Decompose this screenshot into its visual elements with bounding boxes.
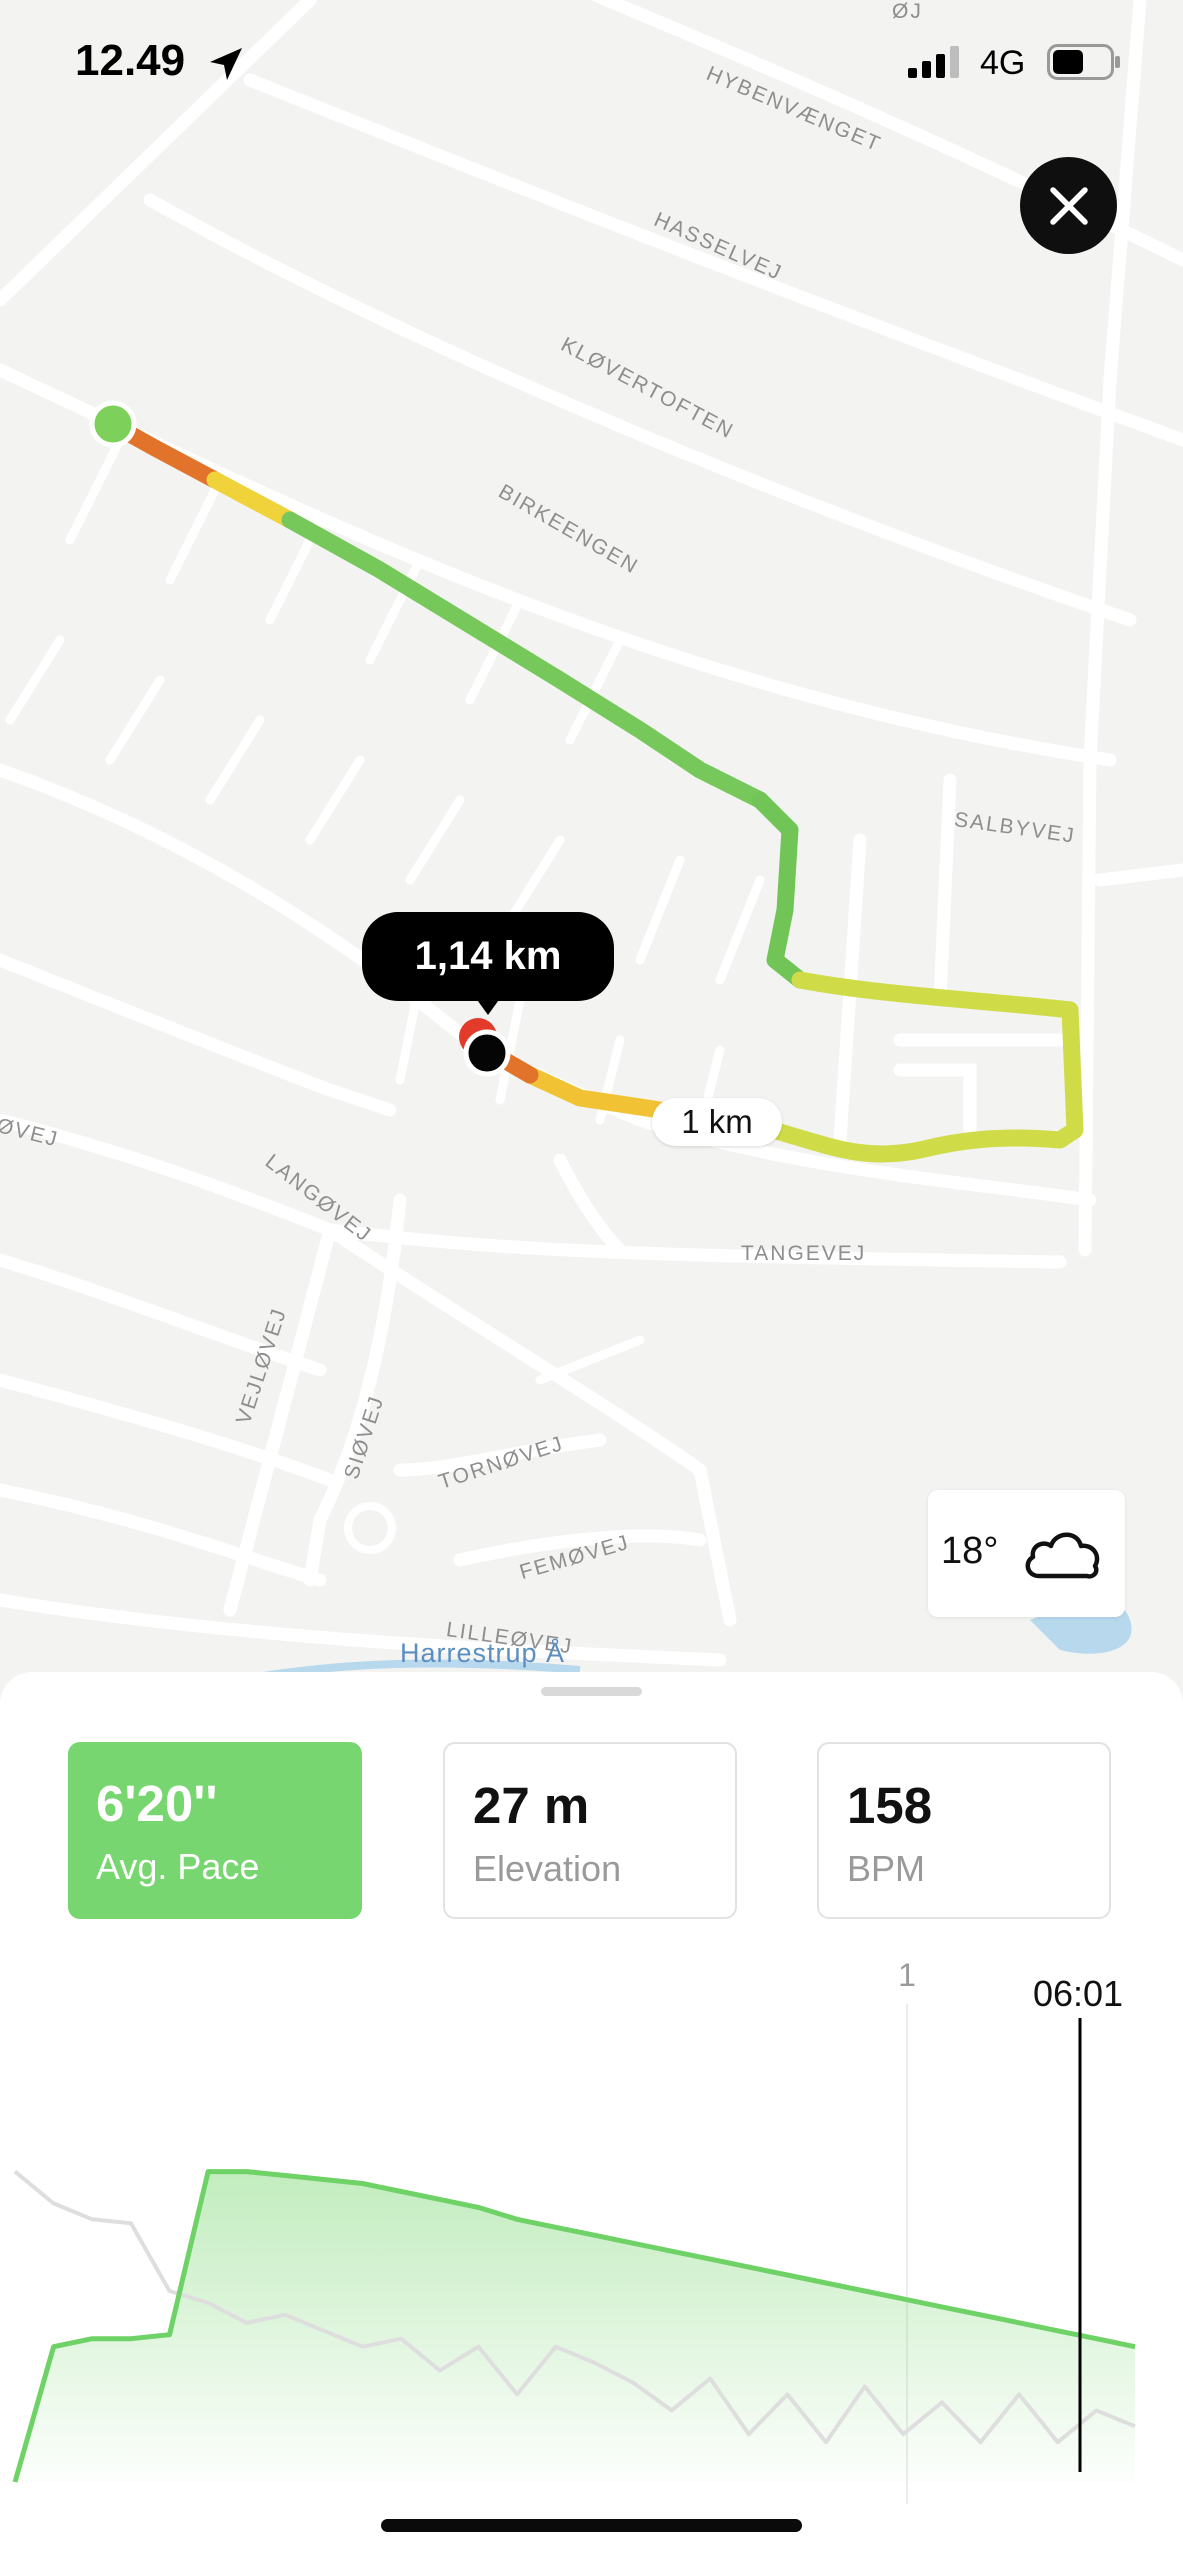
stat-value: 27 m [473,1777,590,1834]
distance-callout-tail [475,997,501,1015]
km-marker: 1 km [652,1098,782,1146]
stat-value: 158 [847,1777,933,1834]
status-time: 12.49 [75,36,186,85]
close-button[interactable] [1020,157,1117,254]
route-map[interactable]: HYBENVÆNGET HASSELVEJ KLØVERTOFTEN BIRKE… [0,0,1183,1700]
pace-elevation-chart[interactable]: 1 06:01 [0,1944,1183,2504]
cursor-time-label: 06:01 [1033,1973,1123,2014]
stats-sheet[interactable]: 6'20'' Avg. Pace 27 m Elevation 158 BPM … [0,1672,1183,2560]
weather-temperature: 18° [941,1530,999,1572]
km-tick-label: 1 [898,1957,916,1993]
weather-widget[interactable]: 18° [928,1490,1125,1617]
location-arrow-icon [210,48,242,80]
status-bar: 12.49 4G [0,0,1183,130]
map-roads [0,0,1183,1684]
battery-icon [1047,44,1120,80]
cloud-icon [1025,1532,1100,1579]
stat-label: Avg. Pace [96,1846,260,1887]
distance-callout: 1,14 km [362,912,614,1001]
stat-card-bpm[interactable]: 158 BPM [817,1742,1111,1919]
home-indicator[interactable] [381,2519,802,2532]
stat-value: 6'20'' [96,1775,218,1832]
close-icon [1049,186,1088,225]
signal-bars-icon [908,46,959,78]
pace-area [15,2171,1135,2482]
stat-label: Elevation [473,1848,622,1889]
network-type: 4G [980,44,1026,82]
water-label: Harrestrup Å [400,1638,566,1668]
street-label: TANGEVEJ [741,1242,867,1265]
stat-label: BPM [847,1848,926,1889]
sheet-grabber[interactable] [541,1687,642,1696]
stat-card-pace[interactable]: 6'20'' Avg. Pace [68,1742,362,1919]
stat-card-elevation[interactable]: 27 m Elevation [443,1742,737,1919]
